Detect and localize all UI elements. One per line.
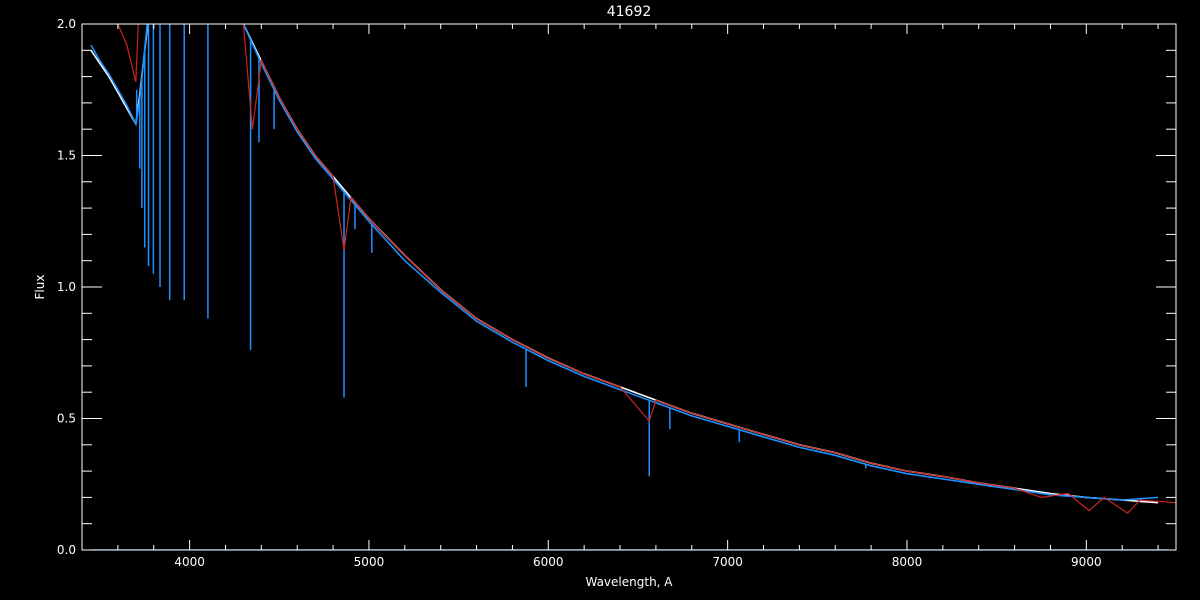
x-tick-label: 9000 <box>1071 555 1102 569</box>
y-tick-label: 2.0 <box>57 17 76 31</box>
y-tick-label: 1.0 <box>57 280 76 294</box>
y-tick-label: 0.5 <box>57 412 76 426</box>
y-tick-label: 0.0 <box>57 543 76 557</box>
chart-background <box>0 0 1200 600</box>
y-axis-label: Flux <box>33 275 47 300</box>
y-tick-label: 1.5 <box>57 149 76 163</box>
x-tick-label: 5000 <box>354 555 385 569</box>
x-axis-label: Wavelength, A <box>585 575 673 589</box>
spectrum-chart: 4000 5000 6000 7000 8000 9000 0.0 0.5 1.0 1.5 2.0… <box>0 0 1200 600</box>
x-tick-label: 6000 <box>533 555 564 569</box>
x-tick-label: 7000 <box>712 555 743 569</box>
x-tick-label: 4000 <box>174 555 205 569</box>
chart-title: 41692 <box>607 4 652 20</box>
x-tick-label: 8000 <box>892 555 923 569</box>
